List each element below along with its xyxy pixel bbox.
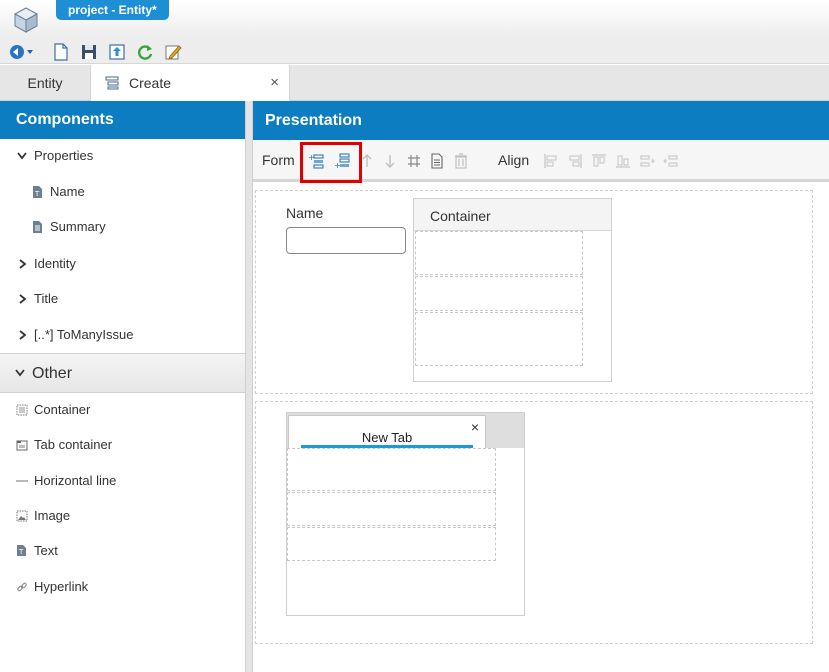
component-horizontal-line-label: Horizontal line (34, 473, 117, 488)
component-hyperlink[interactable]: Hyperlink (0, 572, 245, 602)
component-tab-container[interactable]: Tab container (0, 430, 245, 460)
tree-identity-label: Identity (34, 256, 76, 271)
tree-item-summary-label: Summary (50, 219, 106, 234)
container-slot[interactable] (415, 231, 583, 275)
tree-title[interactable]: Title (0, 284, 245, 314)
tree-to-many-issue[interactable]: [..*] ToManyIssue (0, 320, 245, 350)
container-slot[interactable] (415, 276, 583, 311)
back-dropdown-icon[interactable] (8, 43, 34, 61)
component-hyperlink-label: Hyperlink (34, 579, 89, 594)
align-bottom-icon[interactable] (615, 153, 631, 169)
chevron-right-icon[interactable] (16, 258, 28, 270)
container-icon (16, 404, 28, 416)
component-container-label: Container (34, 402, 91, 417)
distribute-vertical-icon[interactable] (663, 153, 679, 169)
tab-container-widget[interactable]: New Tab × (286, 412, 525, 616)
svg-text:T: T (34, 190, 40, 198)
form-canvas: Name Container New Tab × (253, 185, 829, 672)
new-file-icon[interactable] (52, 43, 70, 61)
tree-to-many-issue-label: [..*] ToManyIssue (34, 327, 134, 342)
component-text-label: Text (34, 543, 58, 558)
container-title: Container (414, 199, 611, 231)
component-container[interactable]: Container (0, 395, 245, 425)
presentation-toolbar: Form + + Align (253, 140, 829, 183)
distribute-horizontal-icon[interactable] (639, 153, 655, 169)
presentation-panel: Presentation Form + + Align Name Contain… (252, 101, 829, 672)
main-toolbar (0, 40, 829, 64)
component-image-label: Image (34, 508, 71, 523)
horizontal-line-icon (16, 480, 28, 482)
tree-properties-label: Properties (34, 148, 94, 163)
save-icon[interactable] (80, 43, 98, 61)
align-left-icon[interactable] (543, 153, 559, 169)
image-icon (16, 510, 28, 522)
close-tab-icon[interactable]: × (270, 65, 279, 101)
other-section-header[interactable]: Other (0, 353, 245, 393)
export-icon[interactable] (108, 43, 126, 61)
align-top-icon[interactable] (591, 153, 607, 169)
name-field-label: Name (286, 205, 324, 221)
tab-container-icon (16, 440, 28, 451)
tab-entity[interactable]: Entity (0, 65, 90, 101)
components-panel-title: Components (0, 101, 245, 139)
form-label: Form (262, 152, 295, 168)
tab-create[interactable]: Create × (90, 65, 290, 101)
tab-slot[interactable] (287, 448, 496, 491)
align-label: Align (498, 152, 530, 168)
hyperlink-icon (17, 582, 27, 592)
align-right-icon[interactable] (567, 153, 583, 169)
tree-title-label: Title (34, 291, 59, 306)
chevron-down-icon[interactable] (16, 151, 28, 161)
text-area-icon (33, 221, 42, 233)
name-input[interactable] (286, 227, 406, 254)
other-section-label: Other (32, 365, 73, 382)
component-text[interactable]: T Text (0, 536, 245, 566)
components-panel: Components Properties T Name Summary Ide… (0, 101, 246, 672)
component-tab-container-label: Tab container (34, 437, 113, 452)
delete-icon[interactable] (453, 153, 469, 169)
container-slot[interactable] (415, 312, 583, 366)
properties-icon[interactable] (429, 153, 445, 169)
refresh-icon[interactable] (136, 43, 154, 61)
tab-new-tab[interactable]: New Tab × (288, 415, 486, 448)
tree-identity[interactable]: Identity (0, 249, 245, 279)
edit-icon[interactable] (164, 43, 182, 61)
chevron-right-icon[interactable] (16, 293, 28, 305)
chevron-right-icon[interactable] (16, 329, 28, 341)
app-cube-icon (13, 7, 39, 33)
add-row-buttons-highlight (300, 142, 362, 183)
component-image[interactable]: Image (0, 501, 245, 531)
component-horizontal-line[interactable]: Horizontal line (0, 466, 245, 496)
tab-new-tab-label: New Tab (361, 430, 413, 445)
close-icon[interactable]: × (471, 420, 479, 434)
grid-icon[interactable] (406, 153, 422, 169)
tree-item-summary[interactable]: Summary (0, 212, 245, 242)
svg-text:T: T (18, 548, 24, 556)
chevron-down-icon[interactable] (14, 368, 26, 378)
tab-entity-label: Entity (27, 75, 63, 91)
tree-item-name[interactable]: T Name (0, 177, 245, 207)
tree-item-name-label: Name (50, 184, 85, 199)
tree-properties[interactable]: Properties (0, 141, 245, 171)
window-title: project - Entity* (56, 0, 169, 20)
form-layout-icon (105, 76, 119, 90)
title-bar: project - Entity* (0, 0, 829, 40)
move-down-icon[interactable] (382, 153, 398, 169)
text-field-icon: T (33, 186, 42, 198)
text-icon: T (17, 545, 26, 556)
presentation-panel-title: Presentation (253, 101, 829, 140)
tab-slot[interactable] (287, 492, 496, 526)
tab-create-label: Create (129, 75, 172, 91)
editor-tab-strip: Entity Create × (0, 65, 829, 101)
tab-slot[interactable] (287, 527, 496, 561)
container-widget[interactable]: Container (413, 198, 612, 382)
